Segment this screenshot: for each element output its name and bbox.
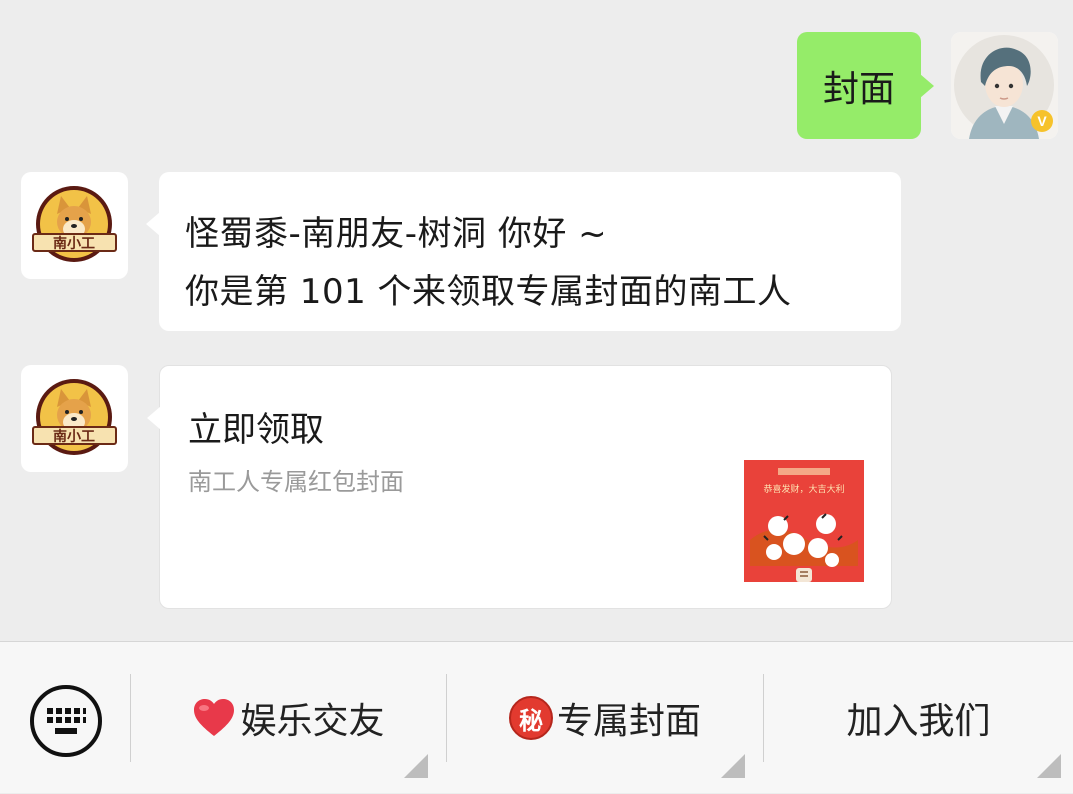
submenu-indicator xyxy=(404,754,428,778)
menu-item-exclusive-cover[interactable]: 秘 专属封面 xyxy=(447,642,763,794)
link-card[interactable]: 立即领取 南工人专属红包封面 恭喜发财，大吉大利 xyxy=(147,365,892,609)
red-envelope-thumbnail: 恭喜发财，大吉大利 xyxy=(744,460,864,582)
menu-bar: 娱乐交友 秘 专属封面 加入我们 xyxy=(0,641,1073,793)
bot-avatar[interactable]: 南小工 xyxy=(21,172,128,279)
incoming-message-line-2: 你是第 101 个来领取专属封面的南工人 xyxy=(185,272,792,312)
thumb-greeting: 恭喜发财，大吉大利 xyxy=(763,483,844,495)
menu-item-entertainment[interactable]: 娱乐交友 xyxy=(131,642,446,794)
svg-text:南小工: 南小工 xyxy=(53,235,95,252)
submenu-indicator xyxy=(1037,754,1061,778)
keyboard-icon xyxy=(30,685,102,757)
menu-item-join-us[interactable]: 加入我们 xyxy=(764,642,1073,794)
bot-avatar[interactable]: 南小工 xyxy=(21,365,128,472)
user-avatar[interactable]: V xyxy=(951,32,1058,139)
verified-badge-icon: V xyxy=(1031,110,1053,132)
svg-text:南小工: 南小工 xyxy=(53,428,95,445)
card-description: 南工人专属红包封面 xyxy=(188,468,404,496)
heart-icon xyxy=(192,698,236,738)
card-title: 立即领取 xyxy=(188,410,324,450)
doge-logo-icon: 南小工 xyxy=(32,379,117,455)
submenu-indicator xyxy=(721,754,745,778)
menu-item-label: 专属封面 xyxy=(556,701,701,742)
secret-badge-icon: 秘 xyxy=(508,696,553,740)
menu-item-label: 娱乐交友 xyxy=(240,701,385,742)
keyboard-toggle-button[interactable] xyxy=(29,684,103,758)
menu-item-label: 加入我们 xyxy=(846,701,991,742)
doge-logo-icon: 南小工 xyxy=(32,186,117,262)
incoming-message-bubble[interactable]: 怪蜀黍-南朋友-树洞 你好 ~ 你是第 101 个来领取专属封面的南工人 xyxy=(146,172,901,331)
outgoing-message-bubble[interactable]: 封面 xyxy=(797,32,934,139)
outgoing-message-text: 封面 xyxy=(822,68,895,110)
incoming-message-line-1: 怪蜀黍-南朋友-树洞 你好 ~ xyxy=(185,214,608,254)
chat-area: V 封面 南小工 怪蜀黍-南朋友-树洞 你好 ~ 你是第 101 个来领取专属封… xyxy=(0,0,1073,641)
